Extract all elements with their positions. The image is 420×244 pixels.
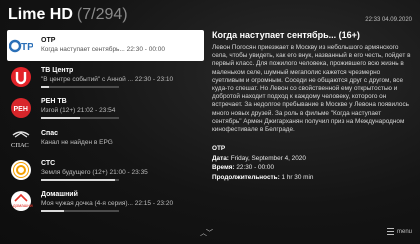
channel-program: Когда наступает сентябрь... 22:30 - 00:0… <box>41 46 165 53</box>
program-progress <box>41 178 119 181</box>
datetime: 22:33 04.09.2020 <box>365 17 412 23</box>
date-label: Дата: <box>212 154 229 162</box>
program-progress-fill <box>41 209 65 212</box>
program-progress <box>41 209 119 212</box>
domashny-logo-icon: домашний <box>9 189 33 213</box>
channel-row-tvc[interactable]: ТВ Центр "В центре событий" с Анной ... … <box>7 61 204 92</box>
date-value: Friday, September 4, 2020 <box>230 154 306 162</box>
menu-button[interactable]: menu <box>386 228 412 235</box>
time-value: 22:30 - 00:00 <box>236 164 275 172</box>
channel-row-sts[interactable]: СТС Земля будущего (12+) 21:00 - 23:35 <box>7 154 204 185</box>
channel-row-domashny[interactable]: домашний Домашний Моя чужая дочка (4-я с… <box>7 185 204 216</box>
menu-label: menu <box>396 228 412 235</box>
program-progress-fill <box>41 178 116 181</box>
channel-program: "В центре событий" с Анной ... 22:30 - 2… <box>41 75 174 83</box>
duration-label: Продолжительность: <box>212 173 280 181</box>
channel-program: Земля будущего (12+) 21:00 - 23:35 <box>41 168 148 176</box>
channel-list: ТР ОТР Когда наступает сентябрь... 22:30… <box>7 30 204 216</box>
header: Lime HD (7/294) <box>8 6 128 28</box>
program-meta: ОТР Дата: Friday, September 4, 2020 Врем… <box>212 144 412 182</box>
channel-name: ТВ Центр <box>41 66 74 74</box>
program-progress-fill <box>41 116 80 119</box>
program-title: Когда наступает сентябрь... (16+) <box>212 30 360 40</box>
channel-counter: (7/294) <box>76 6 128 23</box>
channel-name: РЕН ТВ <box>41 97 67 105</box>
svg-text:ТР: ТР <box>21 42 33 53</box>
otr-logo-icon: ТР <box>9 34 33 58</box>
channel-name: СТС <box>41 159 56 167</box>
duration-value: 1 hr 30 min <box>281 173 314 181</box>
channel-row-ren[interactable]: РЕН РЕН ТВ Изгой (12+) 21:02 - 23:54 <box>7 92 204 123</box>
channel-name: Спас <box>41 130 59 137</box>
channel-row-spas[interactable]: СПАС Спас Канал не найден в EPG <box>7 123 204 154</box>
svg-text:СПАС: СПАС <box>11 142 29 149</box>
menu-icon <box>386 228 394 235</box>
sts-logo-icon <box>9 158 33 182</box>
program-progress <box>41 85 119 88</box>
spas-logo-icon: СПАС <box>9 127 33 151</box>
channel-program: Изгой (12+) 21:02 - 23:54 <box>41 106 116 114</box>
app-title: Lime HD <box>8 6 73 23</box>
channel-name: Домашний <box>41 190 78 198</box>
program-detail: Когда наступает сентябрь... (16+) Левон … <box>212 30 412 182</box>
channel-program: Канал не найден в EPG <box>41 139 113 146</box>
program-progress-fill <box>41 85 49 88</box>
svg-text:домашний: домашний <box>13 202 33 208</box>
channel-name: ОТР <box>41 37 56 44</box>
scroll-chevrons-icon[interactable]: ︿﹀ <box>200 228 213 238</box>
channel-row-otr[interactable]: ТР ОТР Когда наступает сентябрь... 22:30… <box>7 30 204 61</box>
ren-logo-icon: РЕН <box>9 96 33 120</box>
program-channel: ОТР <box>212 145 226 153</box>
tvc-logo-icon <box>9 65 33 89</box>
program-description: Левон Погосян приезжает в Москву из небо… <box>212 44 411 134</box>
program-progress <box>41 116 119 119</box>
svg-text:РЕН: РЕН <box>14 106 28 113</box>
time-label: Время: <box>212 164 235 172</box>
channel-program: Моя чужая дочка (4-я серия)... 22:15 - 2… <box>41 199 174 207</box>
